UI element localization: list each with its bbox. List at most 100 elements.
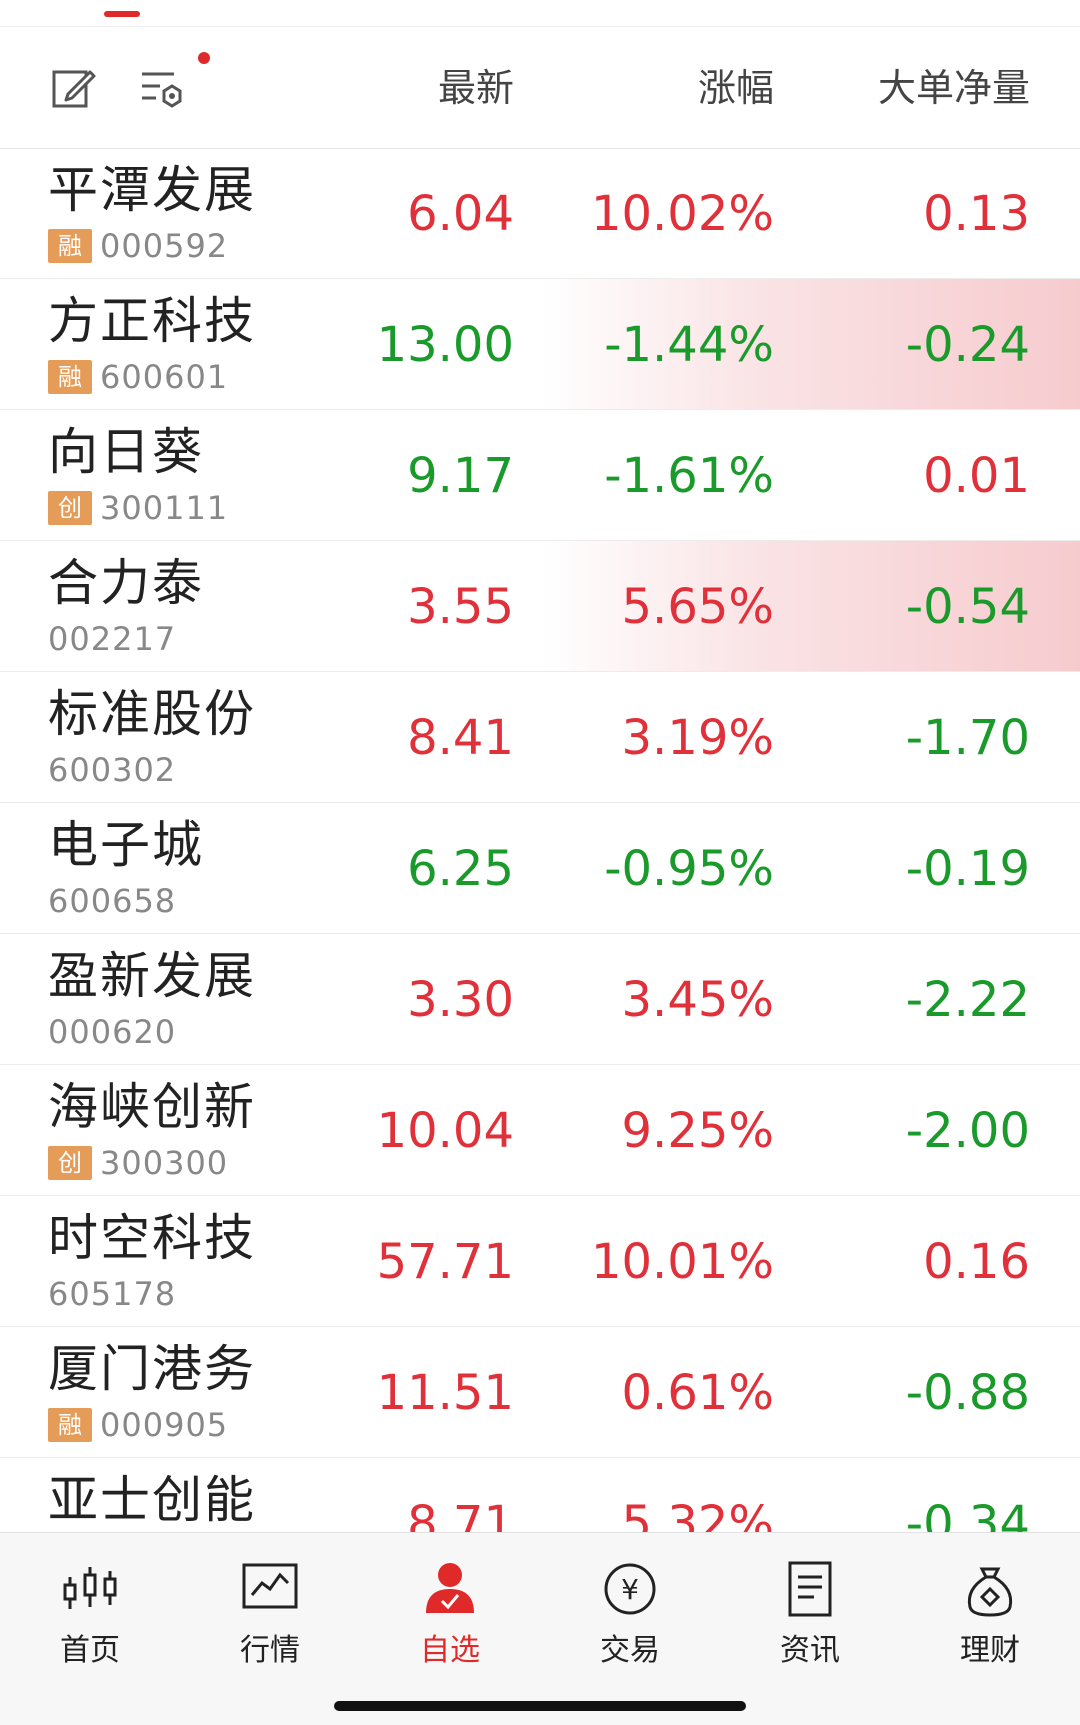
- col-header-change[interactable]: 涨幅: [560, 58, 774, 118]
- stock-change-pct: -1.44%: [604, 317, 774, 373]
- user-check-icon: [426, 1563, 474, 1613]
- stock-row[interactable]: 电子城 600658 6.25 -0.95% -0.19: [0, 803, 1080, 934]
- stock-price: 3.30: [407, 972, 514, 1028]
- candlestick-icon: [63, 1567, 117, 1609]
- stock-change-pct: 10.01%: [590, 1234, 774, 1290]
- stock-tag-badge: 创: [48, 1146, 92, 1180]
- stock-name: 盈新发展: [48, 947, 256, 1005]
- stock-big-order-net: -2.22: [905, 972, 1030, 1028]
- stock-big-order-net: -1.70: [905, 710, 1030, 766]
- svg-text:¥: ¥: [621, 1573, 639, 1606]
- stock-price: 10.04: [376, 1103, 514, 1159]
- stock-tag-badge: 融: [48, 229, 92, 263]
- stock-change-pct: 3.19%: [621, 710, 774, 766]
- tab-label: 首页: [60, 1633, 120, 1668]
- stock-row[interactable]: 标准股份 600302 8.41 3.19% -1.70: [0, 672, 1080, 803]
- stock-code: 000620: [48, 1013, 177, 1051]
- tab-home[interactable]: 首页: [30, 1557, 150, 1677]
- chart-icon: [242, 1563, 298, 1609]
- stock-price: 11.51: [376, 1365, 514, 1421]
- tab-trade[interactable]: ¥ 交易: [570, 1557, 690, 1677]
- stock-row[interactable]: 向日葵创 300111 9.17 -1.61% 0.01: [0, 410, 1080, 541]
- watchlist: 平潭发展融 000592 6.04 10.02% 0.13 方正科技融 600601 13.0…: [0, 148, 1080, 1589]
- tab-news[interactable]: 资讯: [750, 1557, 870, 1677]
- stock-code: 600601: [100, 358, 229, 396]
- tab-label: 理财: [960, 1633, 1020, 1668]
- tab-watchlist[interactable]: 自选: [390, 1557, 510, 1677]
- stock-row[interactable]: 平潭发展融 000592 6.04 10.02% 0.13: [0, 148, 1080, 279]
- stock-code: 600658: [48, 882, 177, 920]
- stock-big-order-net: -0.88: [905, 1365, 1030, 1421]
- active-tab-indicator: [104, 11, 140, 17]
- stock-price: 3.55: [407, 579, 514, 635]
- filter-settings-icon[interactable]: [138, 64, 186, 112]
- stock-name: 标准股份: [48, 685, 256, 743]
- stock-row[interactable]: 合力泰 002217 3.55 5.65% -0.54: [0, 541, 1080, 672]
- stock-big-order-net: -2.00: [905, 1103, 1030, 1159]
- stock-row[interactable]: 盈新发展 000620 3.30 3.45% -2.22: [0, 934, 1080, 1065]
- tab-label: 行情: [240, 1633, 300, 1668]
- stock-price: 6.25: [407, 841, 514, 897]
- stock-code: 002217: [48, 620, 177, 658]
- tab-market[interactable]: 行情: [210, 1557, 330, 1677]
- stock-name: 海峡创新: [48, 1078, 256, 1136]
- stock-code-line: 融 000592: [48, 227, 229, 265]
- stock-tag-badge: 融: [48, 360, 92, 394]
- tab-label: 自选: [420, 1633, 480, 1668]
- stock-code: 000905: [100, 1406, 229, 1444]
- stock-change-pct: -0.95%: [604, 841, 774, 897]
- stock-price: 9.17: [407, 448, 514, 504]
- stock-code: 300300: [100, 1144, 229, 1182]
- stock-name: 时空科技: [48, 1209, 256, 1267]
- document-icon: [788, 1561, 832, 1617]
- tab-label: 交易: [600, 1633, 660, 1668]
- stock-code: 600302: [48, 751, 177, 789]
- col-header-flow[interactable]: 大单净量: [830, 58, 1030, 118]
- stock-change-pct: 0.61%: [621, 1365, 774, 1421]
- stock-change-pct: 3.45%: [621, 972, 774, 1028]
- stock-tag-badge: 融: [48, 1408, 92, 1442]
- stock-code-line: 600658: [48, 882, 177, 920]
- stock-code-line: 002217: [48, 620, 177, 658]
- stock-big-order-net: -0.19: [905, 841, 1030, 897]
- stock-code: 000592: [100, 227, 229, 265]
- stock-name: 向日葵: [48, 423, 204, 481]
- stock-name: 平潭发展: [48, 161, 256, 219]
- stock-code-line: 000620: [48, 1013, 177, 1051]
- stock-row[interactable]: 海峡创新创 300300 10.04 9.25% -2.00: [0, 1065, 1080, 1196]
- yuan-circle-icon: ¥: [604, 1563, 656, 1615]
- stock-row[interactable]: 方正科技融 600601 13.00 -1.44% -0.24: [0, 279, 1080, 410]
- stock-code-line: 600302: [48, 751, 177, 789]
- stock-name: 厦门港务: [48, 1340, 256, 1398]
- col-header-price[interactable]: 最新: [330, 58, 514, 118]
- stock-name: 电子城: [48, 816, 204, 874]
- tab-finance[interactable]: 理财: [930, 1557, 1050, 1677]
- tab-label: 资讯: [780, 1633, 840, 1668]
- stock-name: 合力泰: [48, 554, 204, 612]
- stock-tag-badge: 创: [48, 491, 92, 525]
- stock-price: 8.41: [407, 710, 514, 766]
- stock-row[interactable]: 厦门港务融 000905 11.51 0.61% -0.88: [0, 1327, 1080, 1458]
- stock-change-pct: 5.65%: [621, 579, 774, 635]
- money-bag-icon: [967, 1567, 1013, 1617]
- stock-price: 57.71: [376, 1234, 514, 1290]
- stock-code-line: 605178: [48, 1275, 177, 1313]
- stock-row[interactable]: 时空科技 605178 57.71 10.01% 0.16: [0, 1196, 1080, 1327]
- stock-price: 13.00: [376, 317, 514, 373]
- home-indicator[interactable]: [334, 1701, 746, 1711]
- notification-dot: [198, 52, 210, 64]
- edit-icon[interactable]: [50, 64, 98, 112]
- stock-code: 605178: [48, 1275, 177, 1313]
- stock-code-line: 融 600601: [48, 358, 229, 396]
- stock-change-pct: 10.02%: [590, 186, 774, 242]
- stock-big-order-net: 0.13: [923, 186, 1030, 242]
- bottom-tab-bar: 首页 行情 自选 ¥ 交易 资讯 理财: [0, 1532, 1080, 1725]
- stock-name: 亚士创能: [48, 1471, 256, 1529]
- stock-code-line: 融 000905: [48, 1406, 229, 1444]
- stock-code-line: 创 300111: [48, 489, 228, 527]
- stock-price: 6.04: [407, 186, 514, 242]
- stock-change-pct: 9.25%: [621, 1103, 774, 1159]
- top-strip: [0, 0, 1080, 27]
- stock-name: 方正科技: [48, 292, 256, 350]
- stock-code-line: 创 300300: [48, 1144, 229, 1182]
